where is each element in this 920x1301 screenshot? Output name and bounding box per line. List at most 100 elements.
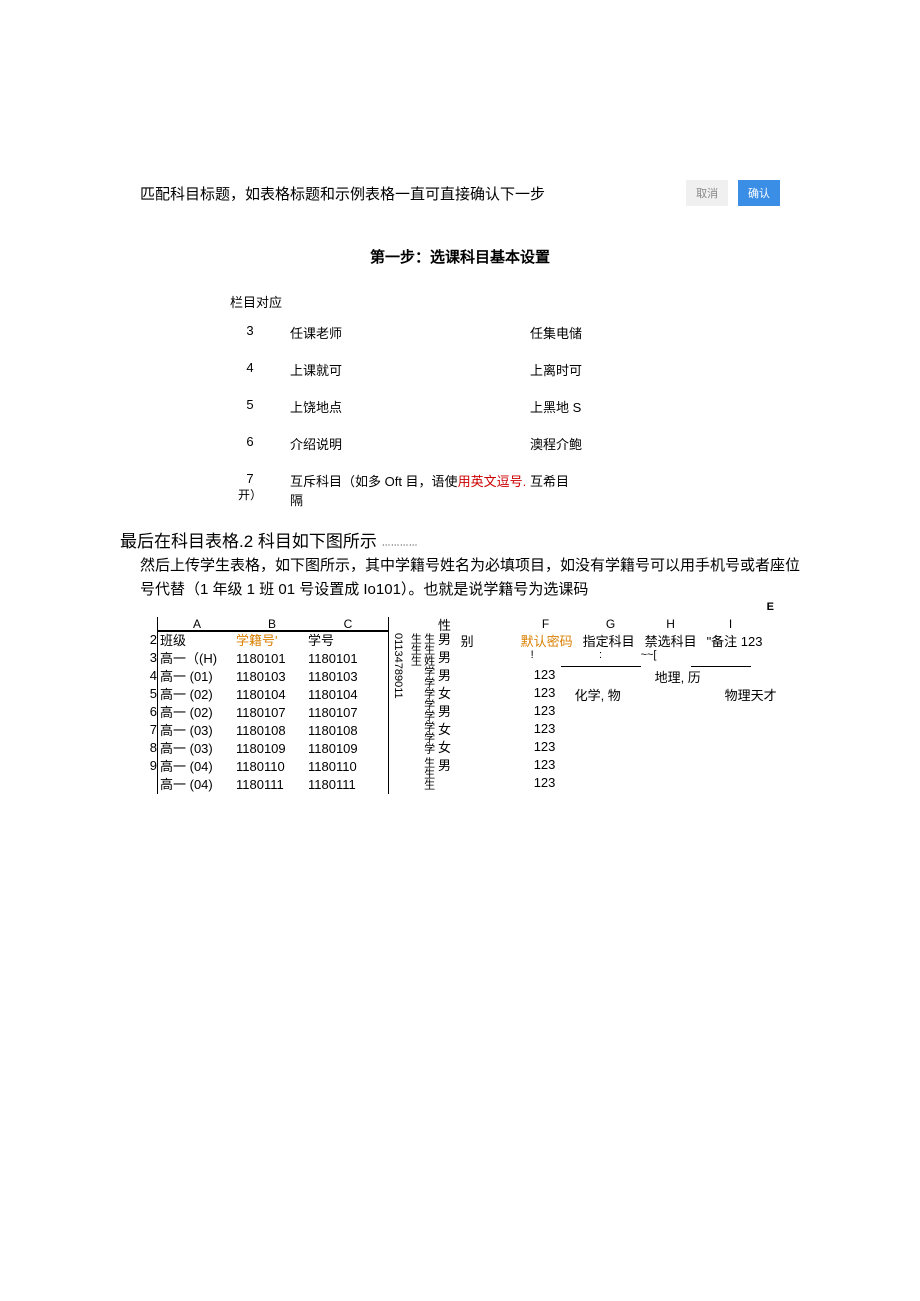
cell-sub: 化学, 物 (575, 685, 655, 703)
cell-sub (575, 721, 655, 739)
gender-cell: 女 (437, 739, 453, 757)
cell-class: 高一 (03) (158, 722, 236, 740)
cell-pwd: 123 (525, 667, 565, 685)
col-letter-i: I (701, 617, 761, 631)
header-class: 班级 (158, 632, 236, 650)
header-remark: "备注 123 (707, 631, 777, 649)
heading-text: 最后在科目表格.2 科目如下图所示 (120, 532, 377, 551)
cell-class: 高一 (04) (158, 776, 236, 794)
map-num-suffix: 开） (238, 488, 262, 502)
map-right: 澳程介鲍 (530, 434, 620, 453)
cell-sub (575, 703, 655, 721)
gender-cell: 男 (437, 703, 453, 721)
cell-num: 1180103 (308, 668, 388, 686)
cell-ban (655, 685, 725, 703)
cell-pwd: 123 (525, 721, 565, 739)
map-right: 互希目 (530, 471, 620, 490)
map-left: 上饶地点 (270, 397, 530, 416)
cell-note: 物理天才 (725, 685, 795, 703)
row-num: 9 (135, 757, 157, 775)
cell-sid: 1180101 (236, 650, 308, 668)
cell-ban (655, 739, 725, 757)
col-letter-e: E (767, 601, 774, 613)
cell-pwd: 123 (525, 703, 565, 721)
cell-sid: 1180111 (236, 776, 308, 794)
section-heading: 最后在科目表格.2 科目如下图所示 ………… (120, 527, 920, 552)
map-num: 7 开） (230, 471, 270, 503)
scribble: ~~[ (641, 649, 691, 667)
scribble: : (561, 649, 641, 667)
cell-sub (575, 775, 655, 793)
col-letter-b: B (236, 617, 308, 631)
map-left: 介绍说明 (270, 434, 530, 453)
cell-ban (655, 721, 725, 739)
map-left: 任课老师 (270, 323, 530, 342)
col-letter-c: C (308, 617, 388, 631)
cell-note (725, 703, 795, 721)
header-password: 默认密码 (521, 631, 583, 649)
row-numbers: 2 3 4 5 6 7 8 9 (135, 617, 157, 775)
map-right: 任集电储 (530, 323, 620, 342)
map-left: 互斥科目（如多 Oft 目，语使用英文逗号.隔 (270, 471, 530, 509)
mapping-row: 7 开） 互斥科目（如多 Oft 目，语使用英文逗号.隔 互希目 (230, 471, 760, 509)
map-left-red: 用英文逗号. (458, 474, 527, 489)
row-num: 5 (135, 685, 157, 703)
cell-num: 1180109 (308, 740, 388, 758)
map-num-val: 7 (246, 471, 253, 486)
student-table: 2 3 4 5 6 7 8 9 A B C 班级 学籍号' 学号 高一（(H)1… (135, 617, 920, 794)
mapping-row: 5 上饶地点 上黑地 S (230, 397, 760, 416)
cell-sub (575, 757, 655, 775)
cell-note (725, 721, 795, 739)
cell-pwd: 123 (525, 739, 565, 757)
mapping-section: 栏目对应 3 任课老师 任集电储 4 上课就可 上离时可 5 上饶地点 上黑地 … (230, 292, 760, 509)
map-right: 上离时可 (530, 360, 620, 379)
row-num: 8 (135, 739, 157, 757)
row-num: 2 (135, 631, 157, 649)
cell-class: 高一 (04) (158, 758, 236, 776)
map-right: 上黑地 S (530, 397, 620, 416)
map-num: 6 (230, 434, 270, 449)
gender-header-1: 性 (437, 617, 453, 631)
cell-num: 1180101 (308, 650, 388, 668)
header-assign-subject: 指定科目 (583, 631, 645, 649)
main-columns: A B C 班级 学籍号' 学号 高一（(H)11801011180101 高一… (157, 617, 389, 794)
cell-sub (575, 667, 655, 685)
cell-sid: 1180103 (236, 668, 308, 686)
cell-note (725, 775, 795, 793)
gender-cell: 男 (437, 667, 453, 685)
vertical-col-name: 生生姓学学学学学学学学 生生生生生生 (408, 617, 434, 793)
cell-pwd: 123 (525, 757, 565, 775)
name-col-1: 生生姓学学学学学学学学 (423, 633, 435, 754)
cell-class: 高一 (01) (158, 668, 236, 686)
cell-num: 1180107 (308, 704, 388, 722)
col-letter-f: F (511, 617, 581, 631)
confirm-button[interactable]: 确认 (738, 180, 780, 206)
scribble: ! (531, 649, 561, 667)
heading-sub: ………… (382, 538, 418, 548)
mapping-row: 3 任课老师 任集电储 (230, 323, 760, 342)
gender-cell: 男 (437, 631, 453, 649)
gender-cell: 男 (437, 649, 453, 667)
scribble (691, 649, 751, 667)
header-studentid: 学籍号' (236, 632, 308, 650)
row-num: 3 (135, 649, 157, 667)
col-letter-g: G (581, 617, 641, 631)
mapping-row: 4 上课就可 上离时可 (230, 360, 760, 379)
cell-note (725, 739, 795, 757)
cell-ban (655, 703, 725, 721)
cell-sid: 1180104 (236, 686, 308, 704)
upload-paragraph: 然后上传学生表格，如下图所示，其中学籍号姓名为必填项目，如没有学籍号可以用手机号… (140, 554, 800, 602)
row-num: 7 (135, 721, 157, 739)
cell-num: 1180108 (308, 722, 388, 740)
cell-sid: 1180108 (236, 722, 308, 740)
header-number: 学号 (308, 632, 388, 650)
col-letter-h: H (641, 617, 701, 631)
cancel-button[interactable]: 取消 (686, 180, 728, 206)
gender-column: 性 男 男 男 女 男 女 女 男 (437, 617, 453, 775)
map-num: 4 (230, 360, 270, 375)
map-num: 5 (230, 397, 270, 412)
gender-cell: 男 (437, 757, 453, 775)
cell-num: 1180104 (308, 686, 388, 704)
cell-ban (655, 775, 725, 793)
mapping-row: 6 介绍说明 澳程介鲍 (230, 434, 760, 453)
